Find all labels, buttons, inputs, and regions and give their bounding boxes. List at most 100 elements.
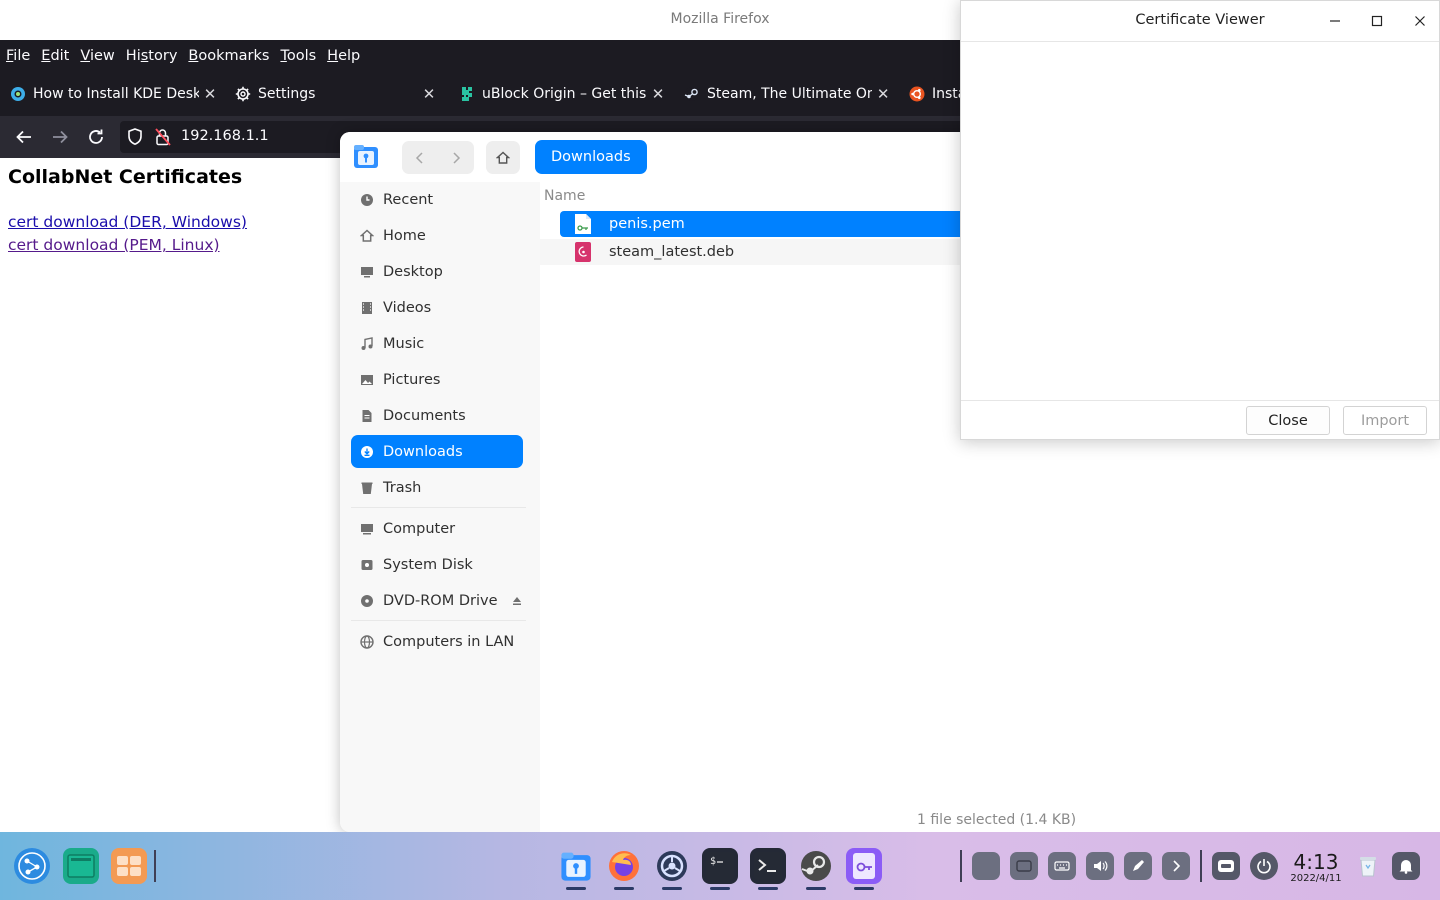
- dock-steam[interactable]: [798, 848, 834, 884]
- menu-tools[interactable]: Tools: [280, 46, 316, 66]
- dock-terminal-2[interactable]: [750, 848, 786, 884]
- back-arrow-icon: [16, 130, 31, 144]
- dock-settings[interactable]: [654, 848, 690, 884]
- music-note-icon: [359, 336, 375, 352]
- maximize-button[interactable]: [1369, 13, 1385, 29]
- clock-time[interactable]: 4:13: [1288, 850, 1344, 874]
- multitask-view-button[interactable]: [111, 848, 147, 884]
- close-window-button[interactable]: [1412, 13, 1428, 29]
- close-tab-icon[interactable]: ✕: [876, 85, 890, 103]
- forward-button[interactable]: [48, 125, 72, 149]
- close-tab-icon[interactable]: ✕: [203, 85, 217, 103]
- chevron-left-icon: [415, 151, 423, 164]
- dock-firefox[interactable]: [606, 848, 642, 884]
- dock-certificate-viewer[interactable]: [846, 848, 882, 884]
- running-indicator: [614, 887, 634, 890]
- clock-date[interactable]: 2022/4/11: [1288, 873, 1344, 884]
- sidebar-item-pictures[interactable]: Pictures: [351, 363, 523, 396]
- tab-settings[interactable]: Settings ✕: [235, 78, 439, 110]
- sidebar-item-system-disk[interactable]: System Disk: [351, 548, 523, 581]
- chevron-right-icon: [453, 151, 461, 164]
- tray-screen-icon[interactable]: [1010, 852, 1038, 880]
- pen-icon[interactable]: [1124, 852, 1152, 880]
- dock-divider: [1200, 850, 1202, 882]
- sidebar-item-desktop[interactable]: Desktop: [351, 255, 523, 288]
- tray-expand-icon[interactable]: [1162, 852, 1190, 880]
- kde-site-icon: [11, 87, 25, 101]
- debian-package-icon: [575, 242, 591, 262]
- optical-disc-icon: [359, 593, 375, 609]
- sidebar-item-label: Trash: [383, 479, 422, 496]
- breadcrumb-downloads[interactable]: Downloads: [535, 140, 647, 174]
- keyboard-icon[interactable]: [1048, 852, 1076, 880]
- tray-item[interactable]: [972, 852, 1000, 880]
- tab-label: How to Install KDE Deskto: [33, 86, 199, 102]
- certificate-app-icon: [853, 853, 875, 879]
- selection-status: 1 file selected (1.4 KB): [917, 812, 1077, 828]
- shield-icon[interactable]: [127, 128, 143, 146]
- sidebar-item-music[interactable]: Music: [351, 327, 523, 360]
- sidebar-item-label: Videos: [383, 299, 432, 316]
- steam-icon: [684, 87, 699, 101]
- insecure-lock-icon[interactable]: [155, 128, 171, 146]
- home-icon: [496, 151, 510, 164]
- menu-help[interactable]: Help: [327, 46, 360, 66]
- trash-bin-icon[interactable]: [1354, 852, 1382, 880]
- sidebar-divider: [351, 620, 526, 621]
- sidebar-item-documents[interactable]: Documents: [351, 399, 523, 432]
- minimize-button[interactable]: [1327, 13, 1343, 29]
- svg-text:$: $: [710, 856, 716, 867]
- disk-icon: [359, 557, 375, 573]
- import-button[interactable]: Import: [1343, 406, 1427, 435]
- workspace-button[interactable]: [63, 848, 99, 884]
- tab-kde-install[interactable]: How to Install KDE Deskto ✕: [10, 78, 218, 110]
- firefox-icon: [609, 851, 639, 881]
- sidebar-item-videos[interactable]: Videos: [351, 291, 523, 324]
- launcher-button[interactable]: [14, 848, 50, 884]
- sidebar-item-home[interactable]: Home: [351, 219, 523, 252]
- trash-icon: [359, 480, 375, 496]
- sidebar-item-label: Music: [383, 335, 425, 352]
- menu-file[interactable]: File: [6, 46, 30, 66]
- menu-edit[interactable]: Edit: [41, 46, 69, 66]
- certificate-details-area: [961, 41, 1439, 401]
- dock-terminal[interactable]: $: [702, 848, 738, 884]
- menu-view[interactable]: View: [80, 46, 114, 66]
- menu-history[interactable]: History: [126, 46, 178, 66]
- eject-icon[interactable]: [512, 596, 522, 606]
- cert-download-pem-link[interactable]: cert download (PEM, Linux): [8, 236, 220, 254]
- reload-button[interactable]: [84, 125, 108, 149]
- tab-ublock[interactable]: uBlock Origin – Get this E ✕: [459, 78, 665, 110]
- dock-file-manager[interactable]: [558, 848, 594, 884]
- forward-button[interactable]: [438, 141, 474, 174]
- onscreen-keyboard-icon[interactable]: [1212, 852, 1240, 880]
- back-button[interactable]: [12, 125, 36, 149]
- certificate-file-icon: [575, 214, 591, 234]
- tab-steam[interactable]: Steam, The Ultimate Onlin ✕: [684, 78, 890, 110]
- sidebar-item-recent[interactable]: Recent: [351, 183, 523, 216]
- sidebar-item-dvd-drive[interactable]: DVD-ROM Drive: [351, 584, 523, 617]
- sidebar-item-computer[interactable]: Computer: [351, 512, 523, 545]
- name-column-header[interactable]: Name: [544, 188, 585, 204]
- sidebar-item-computers-in-lan[interactable]: Computers in LAN: [351, 625, 523, 658]
- power-icon[interactable]: [1250, 852, 1278, 880]
- sidebar-item-trash[interactable]: Trash: [351, 471, 523, 504]
- sidebar-item-label: Computers in LAN: [383, 633, 515, 650]
- volume-icon[interactable]: [1086, 852, 1114, 880]
- close-button[interactable]: Close: [1246, 406, 1330, 435]
- network-icon: [359, 634, 375, 650]
- sidebar-item-downloads[interactable]: Downloads: [351, 435, 523, 468]
- close-tab-icon[interactable]: ✕: [422, 85, 436, 103]
- back-button[interactable]: [402, 141, 438, 174]
- close-tab-icon[interactable]: ✕: [651, 85, 665, 103]
- menu-bookmarks[interactable]: Bookmarks: [188, 46, 269, 66]
- notification-bell-icon[interactable]: [1392, 852, 1420, 880]
- url-text[interactable]: 192.168.1.1: [181, 128, 269, 144]
- sidebar-item-label: Computer: [383, 520, 456, 537]
- reload-icon: [89, 129, 103, 144]
- sidebar-divider: [351, 507, 526, 508]
- cert-download-der-link[interactable]: cert download (DER, Windows): [8, 213, 247, 231]
- tab-install[interactable]: Insta: [909, 78, 960, 110]
- minimize-icon: [1330, 20, 1340, 22]
- home-button[interactable]: [486, 141, 520, 174]
